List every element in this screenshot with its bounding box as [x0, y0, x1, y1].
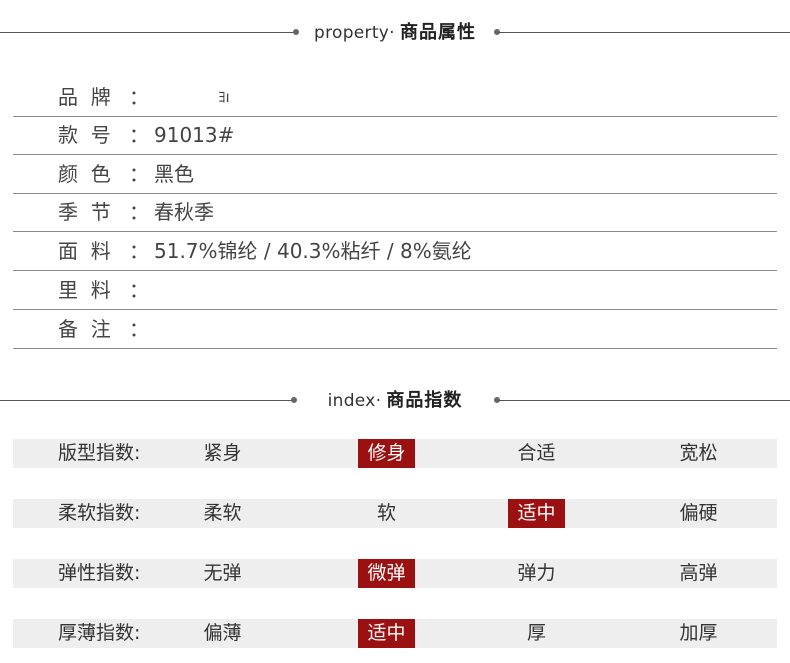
property-label: 款 号	[58, 123, 111, 147]
index-section-header: index· 商品指数	[0, 389, 790, 413]
property-colon: ：	[129, 239, 149, 263]
property-row-remark: 备 注 ：	[13, 310, 777, 349]
index-option: 合适	[517, 442, 556, 464]
property-label: 备 注	[58, 317, 111, 341]
index-option-selected: 适中	[508, 499, 565, 528]
property-label: 里 料	[58, 278, 111, 302]
property-section-header: property· 商品属性	[0, 21, 790, 45]
property-label: 品 牌	[58, 85, 111, 109]
header-line-right	[498, 32, 790, 33]
index-option: 偏硬	[679, 502, 718, 524]
property-colon: ：	[129, 200, 149, 224]
property-colon: ：	[129, 278, 149, 302]
property-label: 季 节	[58, 200, 111, 224]
property-row-season: 季 节 ： 春秋季	[13, 193, 777, 232]
brand-mark: ﾖı	[218, 88, 230, 106]
property-row-brand: 品 牌 ： ﾖı	[13, 78, 777, 117]
property-label: 面 料	[58, 239, 111, 263]
property-value: 黑色	[154, 162, 194, 186]
index-option: 软	[376, 502, 396, 524]
property-colon: ：	[129, 85, 149, 109]
property-section-title: property· 商品属性	[0, 21, 790, 45]
index-label: 版型指数:	[58, 442, 141, 464]
index-row-elasticity: 弹性指数: 无弹 微弹 弹力 高弹	[13, 559, 777, 588]
index-row-softness: 柔软指数: 柔软 软 适中 偏硬	[13, 499, 777, 528]
index-option: 高弹	[679, 562, 718, 584]
index-label: 柔软指数:	[58, 502, 141, 524]
index-option: 偏薄	[203, 622, 242, 644]
property-title-zh: 商品属性	[399, 22, 476, 43]
index-label: 厚薄指数:	[58, 622, 141, 644]
index-option-selected: 修身	[358, 439, 415, 468]
index-option: 弹力	[517, 562, 556, 584]
index-title-zh: 商品指数	[386, 390, 463, 411]
property-title-en: property·	[314, 23, 395, 43]
property-value: 91013#	[154, 123, 235, 147]
property-colon: ：	[129, 162, 149, 186]
index-option: 无弹	[203, 562, 242, 584]
index-title-en: index·	[327, 391, 382, 411]
index-section-title: index· 商品指数	[0, 389, 790, 413]
index-option: 厚	[526, 622, 546, 644]
property-value: 春秋季	[154, 200, 214, 224]
index-option: 加厚	[679, 622, 718, 644]
index-option: 柔软	[203, 502, 242, 524]
property-colon: ：	[129, 317, 149, 341]
header-line-right	[498, 400, 790, 401]
index-row-thickness: 厚薄指数: 偏薄 适中 厚 加厚	[13, 619, 777, 648]
index-label: 弹性指数:	[58, 562, 141, 584]
index-option: 宽松	[679, 442, 718, 464]
index-option-selected: 适中	[358, 619, 415, 648]
index-option-selected: 微弹	[358, 559, 415, 588]
property-label: 颜 色	[58, 162, 111, 186]
property-row-model: 款 号 ： 91013#	[13, 116, 777, 155]
property-value: 51.7%锦纶 / 40.3%粘纤 / 8%氨纶	[154, 239, 472, 263]
index-row-fit: 版型指数: 紧身 修身 合适 宽松	[13, 439, 777, 468]
property-row-color: 颜 色 ： 黑色	[13, 155, 777, 194]
property-row-lining: 里 料 ：	[13, 271, 777, 310]
property-row-fabric: 面 料 ： 51.7%锦纶 / 40.3%粘纤 / 8%氨纶	[13, 232, 777, 271]
property-colon: ：	[129, 123, 149, 147]
index-option: 紧身	[203, 442, 242, 464]
